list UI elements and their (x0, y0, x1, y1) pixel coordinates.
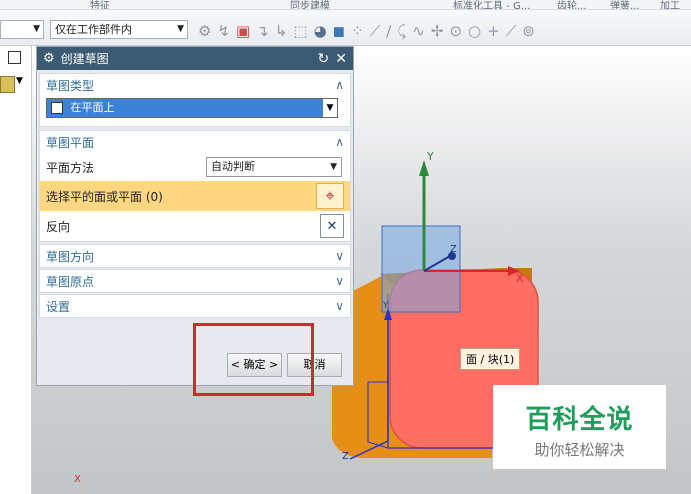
navigator-icon[interactable] (0, 76, 15, 93)
select-face-icon[interactable]: ▣ (236, 22, 250, 40)
section-sketch-orientation: 草图方向 ∨ (39, 244, 351, 268)
maximize-icon[interactable] (8, 51, 21, 64)
scope-filter-value: 仅在工作部件内 (55, 23, 132, 36)
crosshair-icon[interactable]: ⌖ (316, 183, 344, 209)
plane-method-row: 平面方法 自动判断 ▼ (40, 153, 350, 181)
wcs-y-label: Y (383, 301, 389, 311)
render-icon[interactable]: ◕ (314, 22, 327, 40)
section-settings: 设置 ∨ (39, 294, 351, 318)
resource-bar: ▼ (0, 46, 32, 494)
gear-icon[interactable]: ⚙ (43, 51, 55, 66)
section-sketch-plane-header[interactable]: 草图平面 ∧ (40, 131, 350, 153)
datum-plane (381, 225, 461, 313)
section-title: 草图方向 (46, 249, 95, 264)
sketch-type-select[interactable]: 在平面上 ▼ (46, 98, 338, 118)
box-select-icon[interactable]: ⬚ (293, 22, 307, 40)
reverse-row: 反向 ✕ (40, 211, 350, 241)
sketch-type-value: 在平面上 (70, 101, 115, 114)
ribbon-group-machining[interactable]: 加工 (660, 0, 680, 9)
section-sketch-type: 草图类型 ∧ 在平面上 ▼ (39, 73, 351, 127)
section-title: 设置 (46, 299, 71, 314)
type-filter-select[interactable]: ▼ (0, 20, 44, 39)
face-tooltip: 面 / 块(1) (460, 348, 521, 370)
ribbon-group-sync-modeling[interactable]: 同步建模 (290, 0, 330, 9)
watermark-brand: 百科全说 (525, 405, 634, 435)
reset-icon[interactable]: ↻ (318, 51, 330, 67)
dialog-titlebar: ⚙ 创建草图 ↻ ✕ (37, 47, 353, 70)
chevron-down-icon[interactable]: ∨ (335, 274, 344, 288)
wcs-x-label: X (74, 474, 81, 485)
selection-toolbar: ▼ 仅在工作部件内 ▼ ⚙ ↯ ▣ ↴ ↳ ⬚ ◕ ◼ ⁘ ⟋ ∕ ⤹ ∿ ✢ … (0, 10, 691, 46)
snap-point-icon[interactable]: ↳ (275, 22, 288, 40)
watermark-tagline: 助你轻松解决 (534, 441, 625, 459)
scatter-icon[interactable]: ⁘ (351, 22, 364, 40)
spline-icon[interactable]: ∿ (412, 22, 425, 40)
plane-method-select[interactable]: 自动判断 ▼ (206, 157, 342, 177)
select-body-icon[interactable]: ↯ (217, 22, 230, 40)
chevron-down-icon[interactable]: ▼ (16, 76, 23, 86)
plane-method-label: 平面方法 (46, 160, 95, 175)
line2-icon[interactable]: ∕ (386, 22, 391, 40)
section-settings-header[interactable]: 设置 ∨ (40, 295, 350, 317)
section-title: 草图平面 (46, 135, 95, 150)
section-title: 草图类型 (46, 78, 95, 93)
wcs-z-label: Z (342, 451, 349, 462)
ribbon-group-bar: 特征 同步建模 标准化工具 - G... 齿轮... 弹簧... 加工 (0, 0, 691, 10)
select-face-label: 选择平的面或平面 (0) (46, 189, 163, 204)
ribbon-group-standard-tools[interactable]: 标准化工具 - G... (453, 0, 530, 9)
scope-filter-select[interactable]: 仅在工作部件内 ▼ (50, 20, 188, 39)
select-feature-icon[interactable]: ⚙ (198, 22, 211, 40)
chevron-down-icon: ▼ (330, 162, 337, 172)
ribbon-group-features[interactable]: 特征 (90, 0, 110, 9)
circle-center-icon[interactable]: ⊙ (449, 22, 462, 40)
plane-icon (51, 102, 63, 114)
curve-icon[interactable]: ⤹ (397, 22, 406, 40)
annotation-highlight-box (193, 323, 314, 396)
chevron-down-icon: ▼ (33, 24, 40, 34)
chevron-down-icon[interactable]: ∨ (335, 249, 344, 263)
ribbon-group-gear[interactable]: 齿轮... (557, 0, 587, 9)
x-axis-label: X (516, 272, 524, 285)
chevron-down-icon: ▼ (323, 99, 337, 117)
point-icon[interactable]: ⊚ (522, 22, 535, 40)
reverse-direction-icon[interactable]: ✕ (320, 214, 344, 238)
section-sketch-origin-header[interactable]: 草图原点 ∨ (40, 270, 350, 292)
reverse-label: 反向 (46, 219, 71, 234)
snap-icon[interactable]: ↴ (256, 22, 269, 40)
chevron-down-icon: ▼ (177, 24, 184, 34)
close-icon[interactable]: ✕ (335, 51, 347, 67)
dialog-title: 创建草图 (60, 52, 109, 66)
intersection-icon[interactable]: ✢ (431, 22, 444, 40)
plus-icon[interactable]: + (487, 22, 500, 40)
circle-icon[interactable]: ○ (468, 22, 481, 40)
z-axis-label: Z (450, 244, 457, 255)
tangent-icon[interactable]: ⟋ (506, 22, 517, 40)
section-sketch-type-header[interactable]: 草图类型 ∧ (40, 74, 350, 96)
section-sketch-orientation-header[interactable]: 草图方向 ∨ (40, 245, 350, 267)
y-axis-label: Y (427, 150, 434, 163)
snap-toolbar-icons: ⚙ ↯ ▣ ↴ ↳ ⬚ ◕ ◼ ⁘ ⟋ ∕ ⤹ ∿ ✢ ⊙ ○ + ⟋ ⊚ (198, 20, 535, 42)
chevron-up-icon[interactable]: ∧ (335, 135, 344, 149)
watermark: 百科全说 助你轻松解决 (493, 385, 666, 469)
select-face-row[interactable]: 选择平的面或平面 (0) ⌖ (40, 181, 350, 211)
chevron-down-icon[interactable]: ∨ (335, 299, 344, 313)
cube-icon[interactable]: ◼ (333, 22, 345, 40)
chevron-up-icon[interactable]: ∧ (335, 78, 344, 92)
section-title: 草图原点 (46, 274, 95, 289)
plane-method-value: 自动判断 (211, 160, 255, 173)
section-sketch-plane: 草图平面 ∧ 平面方法 自动判断 ▼ 选择平的面或平面 (0) ⌖ 反向 ✕ (39, 130, 351, 242)
line-icon[interactable]: ⟋ (370, 22, 381, 40)
section-sketch-origin: 草图原点 ∨ (39, 269, 351, 293)
ribbon-group-spring[interactable]: 弹簧... (610, 0, 640, 9)
